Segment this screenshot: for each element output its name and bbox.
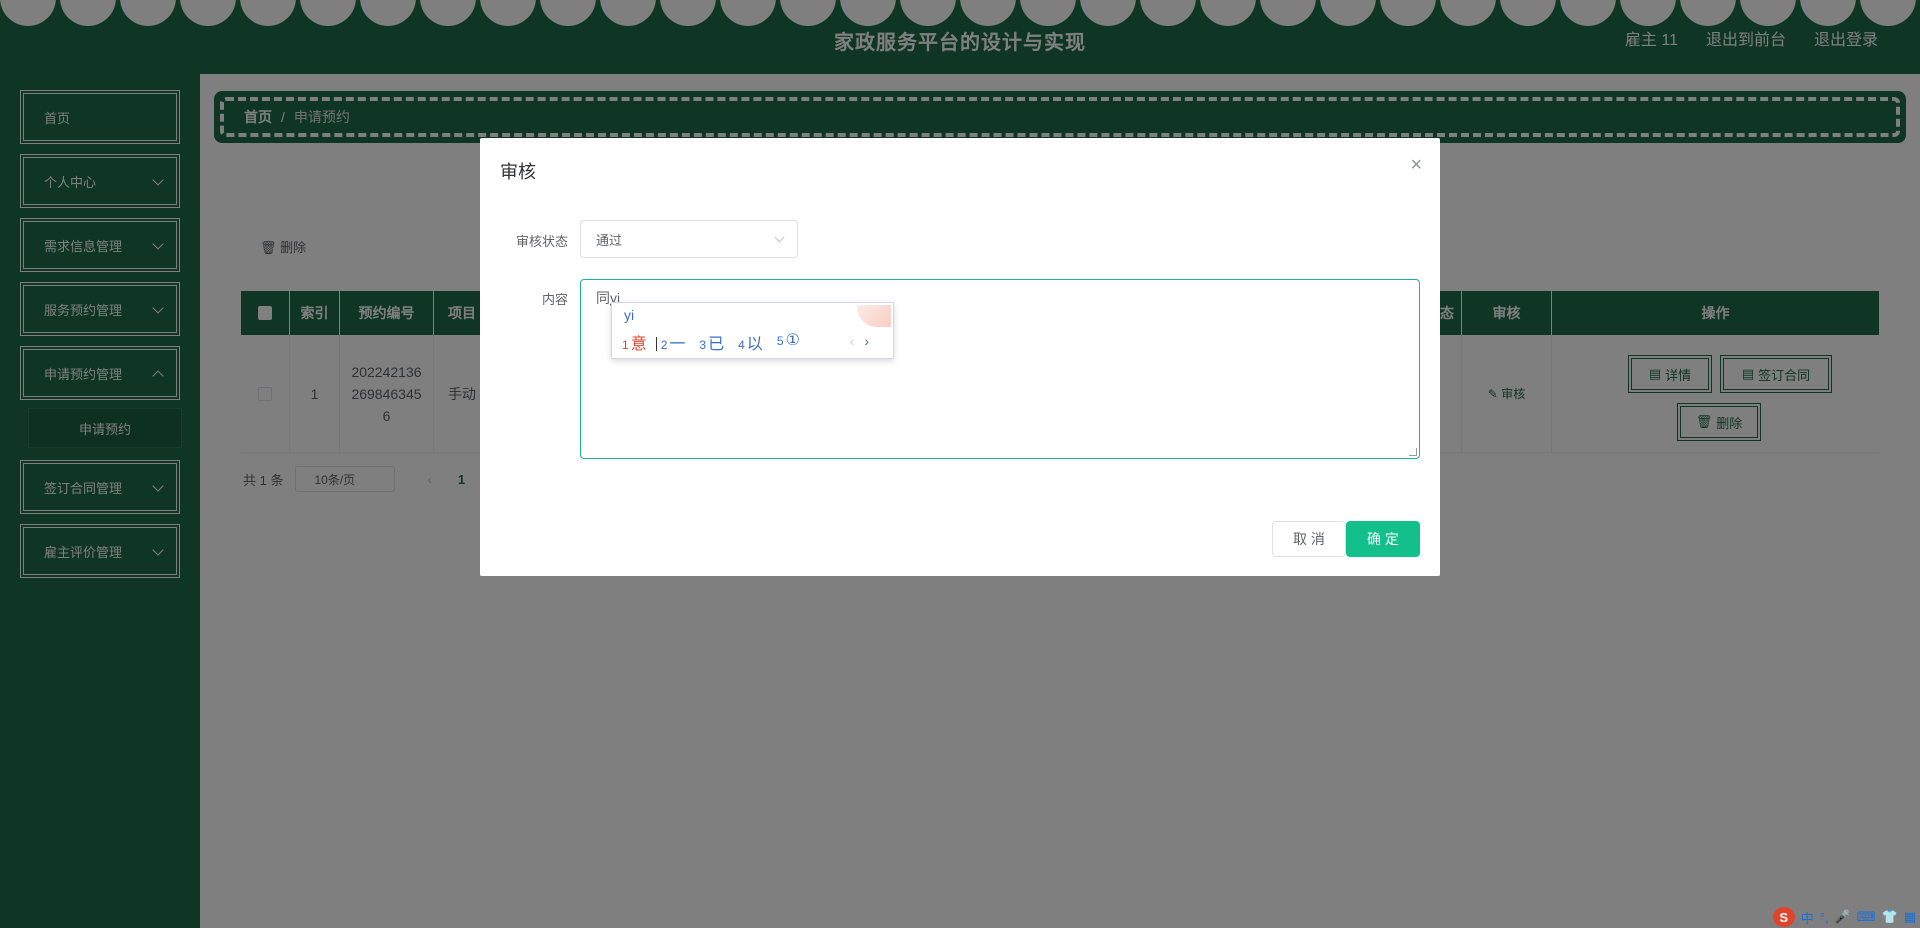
cancel-button[interactable]: 取 消 xyxy=(1272,521,1346,557)
ime-candidate-number: 5 xyxy=(776,334,784,348)
content-committed-text: 同 xyxy=(596,290,610,306)
ime-candidate-window: yi 1意 2一 3已 4以 5① ‹ › xyxy=(611,302,894,359)
ime-punctuation-indicator[interactable]: °, xyxy=(1820,910,1829,925)
ime-page-nav: ‹ › xyxy=(850,333,869,349)
grid-icon[interactable]: ▦ xyxy=(1904,909,1916,925)
audit-status-label: 审核状态 xyxy=(515,234,568,249)
ime-candidate-text: 以 xyxy=(746,336,763,353)
close-icon[interactable]: × xyxy=(1410,154,1422,177)
ime-candidate[interactable]: 3已 xyxy=(699,330,724,354)
shirt-icon[interactable]: 👕 xyxy=(1882,909,1898,925)
audit-status-value: 通过 xyxy=(596,232,623,248)
ime-next-page-icon[interactable]: › xyxy=(864,333,869,349)
ime-pinyin-input: yi xyxy=(624,307,635,323)
ime-candidate-number: 4 xyxy=(738,338,745,352)
ime-candidate[interactable]: 1意 xyxy=(622,330,647,354)
ime-candidate[interactable]: 5① xyxy=(777,330,800,354)
ime-status-bar: S 中 °, 🎤 ⌨ 👕 ▦ xyxy=(1769,906,1920,928)
confirm-button[interactable]: 确 定 xyxy=(1346,521,1420,557)
chevron-down-icon xyxy=(774,232,785,243)
audit-status-select[interactable]: 通过 xyxy=(580,220,798,258)
ime-candidate-text: 意 xyxy=(630,336,647,353)
resize-handle-icon[interactable] xyxy=(1409,448,1417,456)
content-label: 内容 xyxy=(541,292,568,307)
ime-candidate-number: 3 xyxy=(699,338,707,352)
ime-candidate-text: 一 xyxy=(669,336,686,353)
sogou-logo-icon[interactable]: S xyxy=(1772,907,1795,927)
mic-icon[interactable]: 🎤 xyxy=(1835,909,1851,925)
dialog-title: 审核 xyxy=(500,162,536,182)
ime-mode-indicator[interactable]: 中 xyxy=(1801,908,1814,927)
ime-candidate-text: 已 xyxy=(708,336,725,353)
ime-candidate-number: 1 xyxy=(622,338,629,352)
ime-candidate-list: 1意 2一 3已 4以 5① xyxy=(622,330,800,354)
ime-candidate[interactable]: 2一 xyxy=(661,330,686,354)
ime-skin-decoration xyxy=(857,305,891,327)
ime-candidate-number: 2 xyxy=(660,338,668,352)
ime-prev-page-icon[interactable]: ‹ xyxy=(850,333,855,349)
ime-candidate[interactable]: 4以 xyxy=(738,330,763,354)
text-cursor-icon xyxy=(656,337,657,351)
ime-candidate-text: ① xyxy=(785,332,800,349)
keyboard-icon[interactable]: ⌨ xyxy=(1857,909,1876,925)
